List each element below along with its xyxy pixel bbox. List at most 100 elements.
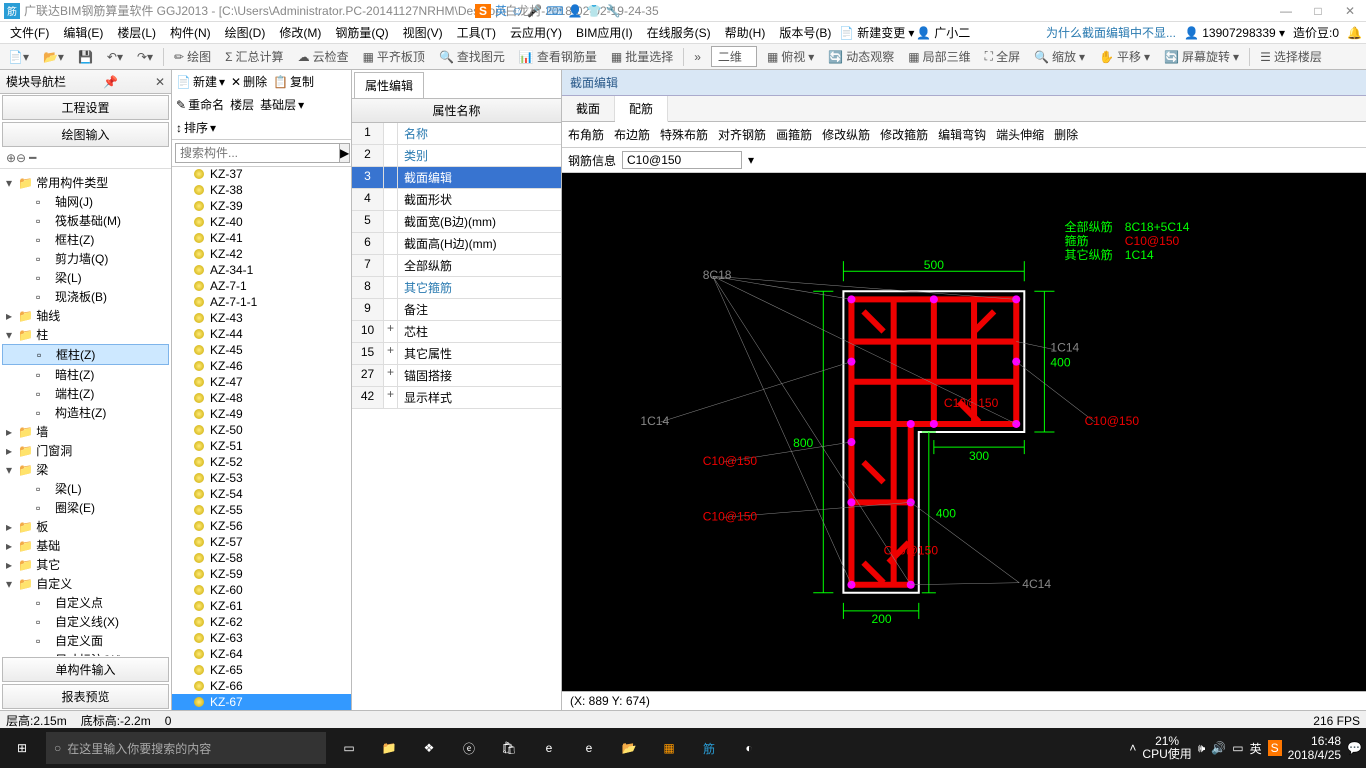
tray-up-icon[interactable]: ˄ <box>1129 741 1136 755</box>
app-icon-4[interactable]: 筋 <box>692 731 726 765</box>
phone-label[interactable]: 👤 13907298339 ▾ <box>1184 26 1285 40</box>
battery-icon[interactable]: ▭ <box>1232 741 1243 755</box>
tree-group[interactable]: ▸ 📁 板 <box>2 517 169 536</box>
rebar-delete-button[interactable]: 删除 <box>1054 126 1078 143</box>
menu-edit[interactable]: 编辑(E) <box>57 22 109 43</box>
property-row[interactable]: 10+芯柱 <box>352 321 561 343</box>
pan-button[interactable]: ✋ 平移 ▾ <box>1095 46 1154 67</box>
batch-select-button[interactable]: ▦ 批量选择 <box>607 46 677 67</box>
zoom-button[interactable]: 🔍 缩放 ▾ <box>1030 46 1089 67</box>
ime-mic-icon[interactable]: 🎤 <box>527 4 542 18</box>
property-row[interactable]: 4截面形状 <box>352 189 561 211</box>
ime-lang[interactable]: 英 <box>495 2 507 19</box>
tree-item[interactable]: ▫构造柱(Z) <box>2 403 169 422</box>
tree-group[interactable]: ▾ 📁 柱 <box>2 325 169 344</box>
sum-button[interactable]: Σ 汇总计算 <box>221 46 287 67</box>
tree-item[interactable]: ▫剪力墙(Q) <box>2 249 169 268</box>
store-icon[interactable]: 🛍 <box>492 731 526 765</box>
close-button[interactable]: ✕ <box>1338 4 1362 18</box>
fullscreen-button[interactable]: ⛶ 全屏 <box>981 46 1024 67</box>
nav-tree[interactable]: ▾ 📁 常用构件类型▫轴网(J)▫筏板基础(M)▫框柱(Z)▫剪力墙(Q)▫梁(… <box>0 169 171 656</box>
menu-modify[interactable]: 修改(M) <box>273 22 327 43</box>
tree-item[interactable]: ▫筏板基础(M) <box>2 211 169 230</box>
search-go-button[interactable]: ▶ <box>340 143 350 163</box>
rotate-button[interactable]: 🔄 屏幕旋转 ▾ <box>1160 46 1243 67</box>
maximize-button[interactable]: □ <box>1306 4 1330 18</box>
acc-single-input[interactable]: 单构件输入 <box>2 657 169 682</box>
rebar-info-dropdown-icon[interactable]: ▾ <box>748 153 754 167</box>
view-combo[interactable]: 二维 <box>711 46 757 67</box>
tree-item[interactable]: ▫框柱(Z) <box>2 344 169 365</box>
property-row[interactable]: 15+其它属性 <box>352 343 561 365</box>
menu-component[interactable]: 构件(N) <box>164 22 217 43</box>
menu-rebar[interactable]: 钢筋量(Q) <box>329 22 394 43</box>
rebar-modify-long-button[interactable]: 修改纵筋 <box>822 126 870 143</box>
copy-component-button[interactable]: 📋复制 <box>273 73 314 90</box>
tree-group[interactable]: ▸ 📁 墙 <box>2 422 169 441</box>
rebar-end-extend-button[interactable]: 端头伸缩 <box>996 126 1044 143</box>
cloud-check-button[interactable]: ☁ 云检查 <box>294 46 353 67</box>
tip-link[interactable]: 为什么截面编辑中不显... <box>1046 24 1176 41</box>
app-icon-2[interactable]: 📂 <box>612 731 646 765</box>
tree-group[interactable]: ▸ 📁 基础 <box>2 536 169 555</box>
component-row[interactable]: KZ-59 <box>172 566 351 582</box>
component-row[interactable]: AZ-7-1-1 <box>172 294 351 310</box>
edge-icon[interactable]: ⓔ <box>452 731 486 765</box>
component-row[interactable]: KZ-45 <box>172 342 351 358</box>
base-floor-combo[interactable]: 基础层▾ <box>260 96 304 113</box>
tree-item[interactable]: ▫端柱(Z) <box>2 384 169 403</box>
component-row[interactable]: KZ-38 <box>172 182 351 198</box>
menu-file[interactable]: 文件(F) <box>4 22 55 43</box>
select-floor-button[interactable]: ☰ 选择楼层 <box>1256 46 1326 67</box>
property-row[interactable]: 3截面编辑 <box>352 167 561 189</box>
ime-keyboard-icon[interactable]: ⌨ <box>546 4 563 18</box>
component-row[interactable]: KZ-66 <box>172 678 351 694</box>
tree-line-icon[interactable]: ━ <box>29 151 36 165</box>
rebar-edit-hook-button[interactable]: 编辑弯钩 <box>938 126 986 143</box>
ime-tool-icon[interactable]: 🔧 <box>605 4 620 18</box>
component-row[interactable]: KZ-64 <box>172 646 351 662</box>
ime-tray[interactable]: 英 <box>1250 740 1262 757</box>
draw-button[interactable]: ✏ 绘图 <box>170 46 215 67</box>
property-row[interactable]: 6截面高(H边)(mm) <box>352 233 561 255</box>
tree-item[interactable]: ▫自定义点 <box>2 593 169 612</box>
component-row[interactable]: KZ-57 <box>172 534 351 550</box>
component-row[interactable]: KZ-55 <box>172 502 351 518</box>
menu-online[interactable]: 在线服务(S) <box>641 22 717 43</box>
rebar-special-button[interactable]: 特殊布筋 <box>660 126 708 143</box>
sort-button[interactable]: ↕排序▾ <box>176 119 216 136</box>
component-row[interactable]: KZ-42 <box>172 246 351 262</box>
rebar-edge-button[interactable]: 布边筋 <box>614 126 650 143</box>
network-icon[interactable]: 🕪 <box>1198 741 1206 756</box>
component-row[interactable]: KZ-39 <box>172 198 351 214</box>
undo-icon[interactable]: ↶▾ <box>103 48 127 66</box>
tree-group[interactable]: ▾ 📁 自定义 <box>2 574 169 593</box>
tree-item[interactable]: ▫现浇板(B) <box>2 287 169 306</box>
menu-version[interactable]: 版本号(B) <box>773 22 837 43</box>
component-row[interactable]: KZ-67 <box>172 694 351 710</box>
tree-item[interactable]: ▫自定义面 <box>2 631 169 650</box>
floor-combo[interactable]: 楼层 <box>230 96 254 113</box>
cortana-search[interactable]: ○ 在这里输入你要搜索的内容 <box>46 732 326 764</box>
app-icon-3[interactable]: ▦ <box>652 731 686 765</box>
tree-item[interactable]: ▫轴网(J) <box>2 192 169 211</box>
component-row[interactable]: KZ-54 <box>172 486 351 502</box>
component-row[interactable]: KZ-53 <box>172 470 351 486</box>
chevrons-icon[interactable]: » <box>690 48 705 66</box>
view-rebar-button[interactable]: 📊 查看钢筋量 <box>515 46 601 67</box>
tree-item[interactable]: ▫尺寸标注(W) <box>2 650 169 656</box>
rebar-modify-stirrup-button[interactable]: 修改箍筋 <box>880 126 928 143</box>
minimize-button[interactable]: — <box>1274 4 1298 18</box>
open-file-icon[interactable]: 📂▾ <box>39 48 68 66</box>
rebar-info-input[interactable] <box>622 151 742 169</box>
ime-emoji-icon[interactable]: ☺ <box>511 4 523 18</box>
rebar-align-button[interactable]: 对齐钢筋 <box>718 126 766 143</box>
dynamic-view-button[interactable]: 🔄 动态观察 <box>824 46 898 67</box>
component-row[interactable]: KZ-56 <box>172 518 351 534</box>
menu-tool[interactable]: 工具(T) <box>451 22 502 43</box>
property-row[interactable]: 42+显示样式 <box>352 387 561 409</box>
tree-item[interactable]: ▫暗柱(Z) <box>2 365 169 384</box>
new-file-icon[interactable]: 📄▾ <box>4 48 33 66</box>
tree-item[interactable]: ▫圈梁(E) <box>2 498 169 517</box>
tab-section[interactable]: 截面 <box>562 96 615 121</box>
